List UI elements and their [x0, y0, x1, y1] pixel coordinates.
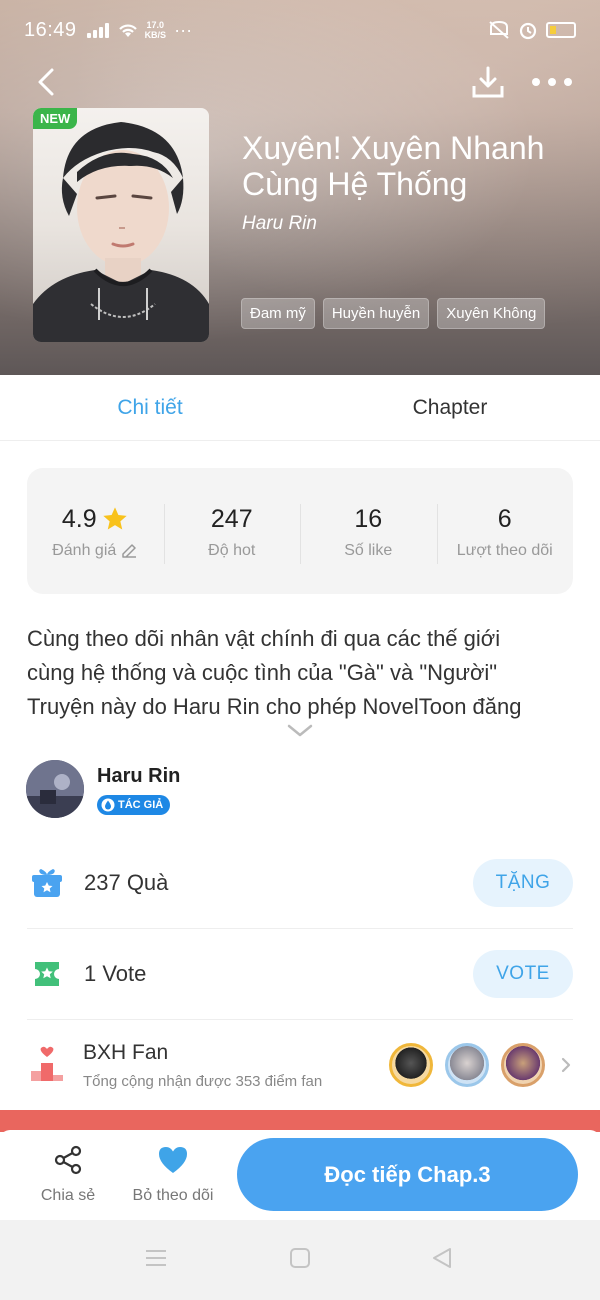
- tab-chapter[interactable]: Chapter: [300, 375, 600, 440]
- podium-icon: [27, 1045, 67, 1085]
- fan-ranking-row[interactable]: BXH Fan Tổng cộng nhận được 353 điểm fan: [27, 1020, 573, 1110]
- rating-label: Đánh giá: [52, 542, 117, 559]
- back-nav-icon[interactable]: [430, 1246, 454, 1270]
- alarm-icon: [519, 22, 537, 40]
- followers-label: Lượt theo dõi: [456, 542, 553, 559]
- system-nav-bar: [0, 1220, 600, 1300]
- vote-count: 1 Vote: [84, 961, 147, 986]
- avatar-illustration: [26, 760, 84, 818]
- description-line: Cùng theo dõi nhân vật chính đi qua các …: [27, 626, 501, 651]
- stat-rating[interactable]: 4.9 Đánh giá: [27, 502, 164, 560]
- stat-likes: 16 Số like: [300, 502, 437, 564]
- vote-row: 1 Vote VOTE: [27, 929, 573, 1020]
- book-cover: NEW: [33, 108, 209, 342]
- description-line: Truyện này do Haru Rin cho phép NovelToo…: [27, 694, 522, 719]
- book-author[interactable]: Haru Rin: [242, 213, 317, 235]
- mute-icon: [489, 20, 509, 39]
- battery-icon: [546, 22, 576, 38]
- download-icon[interactable]: [470, 64, 506, 100]
- status-more: ···: [174, 19, 193, 40]
- followers-value: 6: [497, 504, 512, 533]
- vote-button[interactable]: VOTE: [473, 950, 573, 998]
- status-right: [488, 20, 576, 40]
- speed-unit: KB/S: [144, 30, 167, 40]
- likes-value: 16: [354, 504, 383, 533]
- fan-avatars: [389, 1043, 545, 1087]
- book-description[interactable]: Cùng theo dõi nhân vật chính đi qua các …: [27, 622, 575, 724]
- book-header: 16:49 17.0 KB/S ··· NEW Xuyên! Xuyên Nha…: [0, 0, 600, 375]
- author-avatar[interactable]: [26, 760, 84, 818]
- gift-icon: [27, 863, 67, 903]
- description-line: cùng hệ thống và cuộc tình của "Gà" và "…: [27, 660, 498, 685]
- fan-ranking-subtitle: Tổng cộng nhận được 353 điểm fan: [83, 1072, 323, 1090]
- share-button[interactable]: Chia sẻ: [30, 1144, 106, 1205]
- rating-value: 4.9: [61, 504, 97, 533]
- share-icon: [54, 1145, 82, 1175]
- tag-huyen-huyen[interactable]: Huyền huyễn: [322, 298, 430, 329]
- back-icon[interactable]: [30, 64, 66, 100]
- gift-count: 237 Quà: [84, 870, 169, 895]
- author-badge: TÁC GIẢ: [97, 795, 171, 815]
- menu-icon[interactable]: [144, 1246, 168, 1270]
- fan-ranking-title: BXH Fan: [83, 1040, 169, 1064]
- tag-dam-my[interactable]: Đam mỹ: [241, 298, 315, 329]
- ticket-icon: [27, 954, 67, 994]
- fan-avatar[interactable]: [445, 1043, 489, 1087]
- book-title: Xuyên! Xuyên Nhanh Cùng Hệ Thống: [242, 130, 545, 202]
- signal-icon: [86, 22, 109, 38]
- promo-banner-edge: [0, 1110, 600, 1132]
- tab-bar: Chi tiết Chapter: [0, 375, 600, 441]
- gift-row: 237 Quà TẶNG: [27, 838, 573, 929]
- heart-icon: [159, 1147, 187, 1173]
- status-bar: 16:49 17.0 KB/S ···: [0, 0, 600, 60]
- cover-illustration: [33, 122, 209, 342]
- author-badge-label: TÁC GIẢ: [118, 799, 164, 811]
- more-icon[interactable]: [532, 70, 576, 94]
- stats-card: 4.9 Đánh giá 247 Độ hot 16 Số like 6 Lượ…: [27, 468, 573, 594]
- tag-list: Đam mỹ Huyền huyễn Xuyên Không: [241, 298, 546, 329]
- fan-avatar[interactable]: [501, 1043, 545, 1087]
- wifi-icon: [118, 24, 137, 37]
- tag-xuyen-khong[interactable]: Xuyên Không: [437, 298, 546, 329]
- continue-reading-button[interactable]: Đọc tiếp Chap.3: [237, 1138, 578, 1211]
- chevron-right-icon: [561, 1057, 571, 1073]
- likes-label: Số like: [344, 542, 393, 559]
- status-time: 16:49: [24, 18, 77, 41]
- network-speed: 17.0 KB/S: [145, 20, 167, 40]
- share-label: Chia sẻ: [40, 1187, 96, 1204]
- chevron-down-icon[interactable]: [286, 723, 314, 739]
- author-name[interactable]: Haru Rin: [97, 765, 180, 788]
- unfollow-label: Bỏ theo dõi: [132, 1187, 214, 1204]
- tab-details[interactable]: Chi tiết: [0, 375, 300, 440]
- pencil-icon[interactable]: [120, 542, 138, 560]
- new-badge: NEW: [33, 108, 78, 129]
- hot-value: 247: [210, 504, 253, 533]
- droplet-icon: [101, 798, 115, 812]
- hot-label: Độ hot: [208, 542, 256, 559]
- stat-followers: 6 Lượt theo dõi: [436, 502, 574, 564]
- star-icon: [102, 507, 127, 530]
- gift-button[interactable]: TẶNG: [473, 859, 573, 907]
- bottom-action-bar: Chia sẻ Bỏ theo dõi Đọc tiếp Chap.3: [0, 1130, 600, 1220]
- home-icon[interactable]: [288, 1246, 312, 1270]
- stat-hot: 247 Độ hot: [163, 502, 301, 564]
- unfollow-button[interactable]: Bỏ theo dõi: [125, 1144, 221, 1205]
- speed-value: 17.0: [146, 20, 165, 30]
- fan-avatar[interactable]: [389, 1043, 433, 1087]
